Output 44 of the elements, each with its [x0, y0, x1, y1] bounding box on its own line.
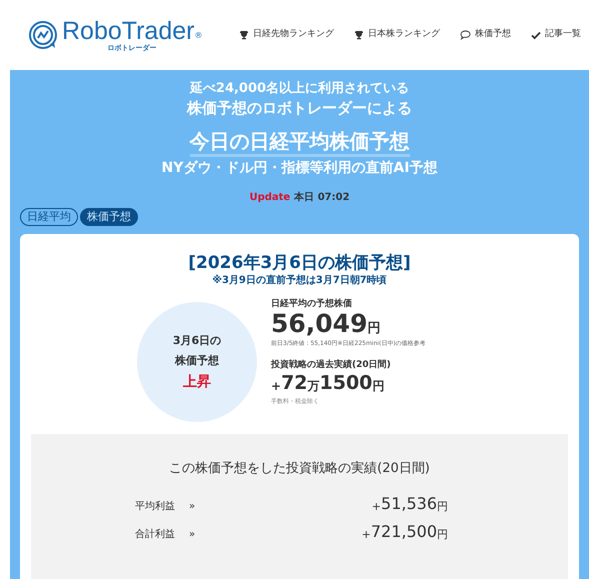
result-arrow: » — [189, 500, 196, 514]
price-label: 日経平均の予想株価 — [271, 298, 353, 310]
results-title: この株価予想をした投資戦略の実績(20日間) — [169, 460, 430, 478]
result-amount: 721,500 — [370, 522, 437, 542]
result-sign: + — [362, 527, 371, 542]
hero-line: 延べ24,000名以上に利用されている — [190, 80, 410, 98]
nav-link[interactable]: 記事一覧 — [531, 28, 581, 42]
result-label: 平均利益 — [135, 500, 176, 514]
nav-link[interactable]: 日本株ランキング — [354, 28, 440, 42]
result-arrow: » — [189, 528, 196, 542]
result-amount: 51,536 — [381, 494, 437, 514]
hero-title: 今日の日経平均株価予想 — [190, 128, 410, 157]
result-unit: 円 — [437, 527, 448, 542]
trophy-icon — [239, 30, 249, 40]
forecast-direction: 上昇 — [183, 373, 211, 392]
performance-number: 72 — [281, 371, 308, 395]
hero-subtitle: NYダウ・ドル円・指標等利用の直前AI予想 — [162, 159, 438, 178]
trophy-icon — [354, 30, 364, 40]
check-icon — [531, 30, 541, 40]
logo-icon — [28, 20, 58, 50]
performance-label: 投資戦略の過去実績(20日間) — [271, 359, 392, 371]
circle-date: 3月6日の — [172, 333, 222, 349]
result-sign: + — [372, 499, 382, 514]
performance-sign: + — [271, 378, 282, 395]
price-unit: 円 — [367, 320, 380, 338]
nav-link[interactable]: 日経先物ランキング — [239, 28, 334, 42]
hero-line: 株価予想のロボトレーダーによる — [187, 98, 412, 118]
result-unit: 円 — [437, 499, 448, 514]
predicted-price: 56,049 — [271, 310, 368, 338]
tag[interactable]: 株価予想 — [80, 208, 138, 226]
performance-number: 1500 — [320, 371, 372, 395]
result-label: 合計利益 — [135, 528, 176, 542]
speech-bubble-icon — [460, 30, 471, 40]
nav-link[interactable]: 株価予想 — [460, 28, 511, 42]
performance-unit: 円 — [372, 378, 384, 395]
forecast-note: ※3月9日の直前予想は3月7日朝7時頃 — [212, 274, 387, 288]
circle-label: 株価予想 — [175, 353, 219, 369]
forecast-heading: [2026年3月6日の株価予想] — [188, 252, 411, 274]
update-label: Update — [249, 191, 290, 205]
registered-mark: ® — [194, 30, 202, 42]
tag[interactable]: 日経平均 — [20, 208, 78, 226]
logo-text: RoboTrader — [62, 18, 194, 44]
update-time: 本日 07:02 — [294, 190, 350, 205]
performance-unit: 万 — [308, 378, 320, 395]
